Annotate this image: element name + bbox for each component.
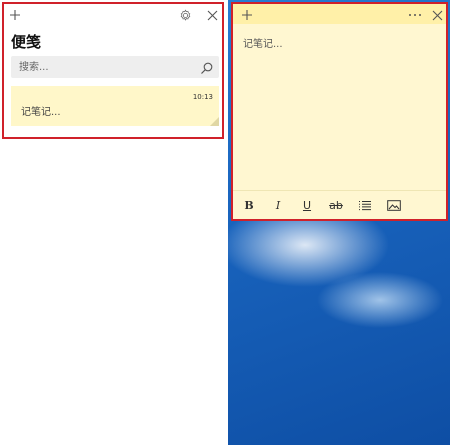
- search-button[interactable]: [200, 60, 214, 74]
- italic-button[interactable]: I: [269, 197, 287, 213]
- page-fold-icon: [210, 117, 219, 126]
- close-icon: [432, 10, 442, 20]
- list-titlebar: [0, 0, 228, 28]
- list-icon: [359, 200, 371, 210]
- settings-button[interactable]: [176, 6, 194, 24]
- gear-icon: [180, 8, 190, 21]
- more-icon: [409, 14, 421, 16]
- search-input[interactable]: [11, 56, 199, 78]
- search-box: [11, 56, 219, 78]
- sticky-note-window: 记笔记... B I U ab: [231, 2, 448, 221]
- note-content-editor[interactable]: 记笔记...: [243, 35, 283, 50]
- note-preview: 记笔记...: [21, 107, 61, 118]
- format-toolbar: B I U ab: [233, 190, 446, 219]
- page-title: 便笺: [11, 33, 42, 51]
- underline-button[interactable]: U: [298, 197, 316, 213]
- search-icon: [201, 62, 213, 74]
- strikethrough-button[interactable]: ab: [327, 197, 345, 213]
- close-icon: [207, 10, 217, 20]
- new-note-button[interactable]: [6, 6, 24, 24]
- sticky-notes-list-window: 便笺 10:13 记笔记...: [0, 0, 228, 445]
- image-icon: [387, 199, 401, 211]
- note-titlebar: [233, 4, 446, 24]
- plus-icon: [10, 10, 20, 20]
- menu-button[interactable]: [406, 6, 424, 24]
- close-button[interactable]: [428, 6, 446, 24]
- insert-image-button[interactable]: [385, 197, 403, 213]
- note-timestamp: 10:13: [192, 93, 213, 101]
- note-list-item[interactable]: 10:13 记笔记...: [11, 86, 219, 126]
- plus-icon: [242, 10, 252, 20]
- close-button[interactable]: [203, 6, 221, 24]
- bold-button[interactable]: B: [240, 197, 258, 213]
- list-button[interactable]: [356, 197, 374, 213]
- new-note-button[interactable]: [238, 6, 256, 24]
